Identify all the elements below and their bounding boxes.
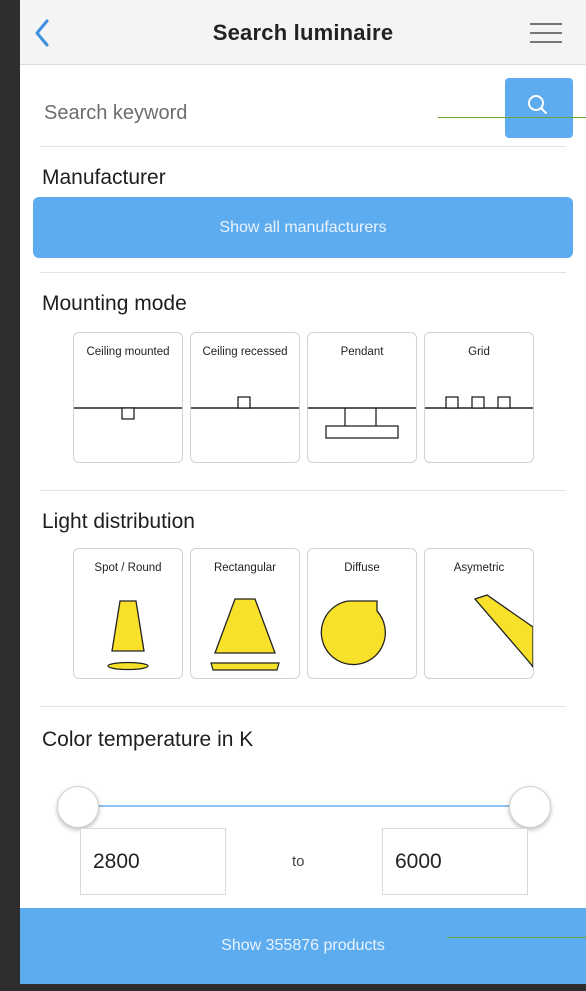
ceiling-recessed-icon <box>191 396 299 409</box>
navigation-bar: Search luminaire <box>20 0 586 65</box>
search-input[interactable] <box>42 88 486 138</box>
page-title: Search luminaire <box>212 20 394 45</box>
temperature-range-track[interactable] <box>76 805 529 807</box>
mounting-mode-title: Mounting mode <box>42 292 187 315</box>
phone-screen: Search luminaire Manufacturer Show all m… <box>20 0 586 991</box>
temperature-min-thumb[interactable] <box>57 786 99 828</box>
manufacturer-title: Manufacturer <box>42 166 166 189</box>
light-distribution-title: Light distribution <box>42 510 195 533</box>
divider <box>40 146 566 147</box>
ceiling-mounted-icon <box>74 407 182 420</box>
show-all-manufacturers-button[interactable]: Show all manufacturers <box>33 197 573 258</box>
spot-round-icon <box>107 600 149 671</box>
temperature-max-field[interactable] <box>382 828 528 895</box>
mounting-option-ceiling-mounted[interactable]: Ceiling mounted <box>73 332 183 463</box>
divider <box>40 490 566 491</box>
rectangular-icon <box>210 598 280 671</box>
asymmetric-icon <box>473 594 533 669</box>
show-products-button[interactable]: Show 355876 products <box>20 908 586 984</box>
mounting-option-pendant[interactable]: Pendant <box>307 332 417 463</box>
temperature-min-field[interactable] <box>80 828 226 895</box>
divider <box>40 272 566 273</box>
pendant-icon <box>308 407 416 439</box>
distribution-option-rectangular[interactable]: Rectangular <box>190 548 300 679</box>
distribution-option-asymmetric[interactable]: Asymetric <box>424 548 534 679</box>
divider <box>40 706 566 707</box>
hamburger-menu-icon <box>530 23 562 43</box>
search-button[interactable] <box>505 78 573 138</box>
menu-button[interactable] <box>528 20 564 46</box>
diffuse-icon <box>320 600 386 666</box>
color-temperature-title: Color temperature in K <box>42 728 254 751</box>
grid-icon <box>425 396 533 409</box>
mounting-option-grid[interactable]: Grid <box>424 332 534 463</box>
distribution-option-spot-round[interactable]: Spot / Round <box>73 548 183 679</box>
temperature-max-thumb[interactable] <box>509 786 551 828</box>
search-icon <box>528 95 547 114</box>
distribution-option-diffuse[interactable]: Diffuse <box>307 548 417 679</box>
mounting-option-ceiling-recessed[interactable]: Ceiling recessed <box>190 332 300 463</box>
range-separator: to <box>292 853 305 870</box>
annotation-line <box>447 937 586 938</box>
bottom-edge <box>20 984 586 991</box>
annotation-line <box>438 117 586 118</box>
